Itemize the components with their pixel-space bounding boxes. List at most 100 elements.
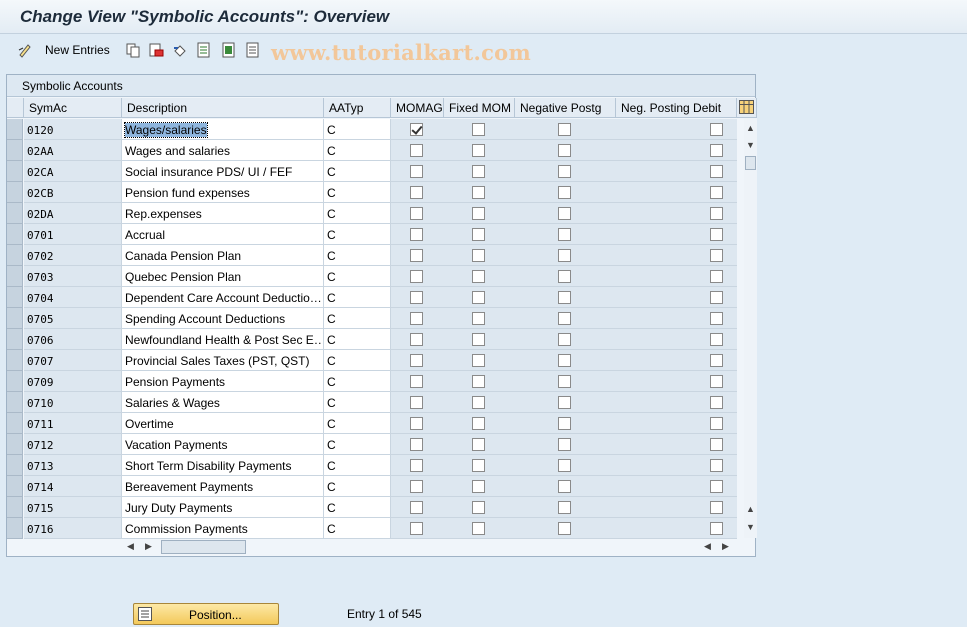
neg-posting-debit-checkbox[interactable]	[710, 270, 723, 283]
cell-description[interactable]: Commission Payments	[122, 518, 324, 539]
cell-aatyp[interactable]: C	[324, 497, 391, 518]
row-selector[interactable]	[7, 119, 23, 140]
neg-posting-debit-checkbox[interactable]	[710, 375, 723, 388]
row-selector[interactable]	[7, 392, 23, 413]
cell-description[interactable]: Social insurance PDS/ UI / FEF	[122, 161, 324, 182]
fixed-mom-checkbox[interactable]	[472, 501, 485, 514]
momag-checkbox[interactable]	[410, 417, 423, 430]
fixed-mom-checkbox[interactable]	[472, 228, 485, 241]
row-selector[interactable]	[7, 161, 23, 182]
row-selector[interactable]	[7, 224, 23, 245]
scroll-down-bottom-icon[interactable]: ▼	[746, 522, 755, 532]
row-selector[interactable]	[7, 476, 23, 497]
neg-posting-debit-checkbox[interactable]	[710, 522, 723, 535]
momag-checkbox[interactable]	[410, 459, 423, 472]
cell-description[interactable]: Vacation Payments	[122, 434, 324, 455]
neg-posting-debit-checkbox[interactable]	[710, 249, 723, 262]
negative-postg-checkbox[interactable]	[558, 522, 571, 535]
neg-posting-debit-checkbox[interactable]	[710, 396, 723, 409]
momag-checkbox[interactable]	[410, 354, 423, 367]
fixed-mom-checkbox[interactable]	[472, 207, 485, 220]
scroll-right-icon[interactable]: ▶	[145, 541, 152, 552]
column-header-neg-posting-debit[interactable]: Neg. Posting Debit	[616, 98, 737, 118]
cell-description[interactable]: Bereavement Payments	[122, 476, 324, 497]
negative-postg-checkbox[interactable]	[558, 186, 571, 199]
delete-icon[interactable]	[148, 42, 164, 58]
negative-postg-checkbox[interactable]	[558, 207, 571, 220]
row-selector[interactable]	[7, 413, 23, 434]
fixed-mom-checkbox[interactable]	[472, 522, 485, 535]
momag-checkbox[interactable]	[410, 522, 423, 535]
momag-checkbox[interactable]	[410, 375, 423, 388]
momag-checkbox[interactable]	[410, 207, 423, 220]
momag-checkbox[interactable]	[410, 123, 423, 136]
cell-description[interactable]: Pension fund expenses	[122, 182, 324, 203]
fixed-mom-checkbox[interactable]	[472, 312, 485, 325]
cell-aatyp[interactable]: C	[324, 203, 391, 224]
scroll-right-columns-icon[interactable]: ▶	[722, 541, 729, 552]
cell-description[interactable]: Salaries & Wages	[122, 392, 324, 413]
fixed-mom-checkbox[interactable]	[472, 165, 485, 178]
table-settings-icon[interactable]	[739, 100, 754, 114]
cell-aatyp[interactable]: C	[324, 266, 391, 287]
neg-posting-debit-checkbox[interactable]	[710, 228, 723, 241]
neg-posting-debit-checkbox[interactable]	[710, 144, 723, 157]
fixed-mom-checkbox[interactable]	[472, 459, 485, 472]
momag-checkbox[interactable]	[410, 333, 423, 346]
cell-aatyp[interactable]: C	[324, 329, 391, 350]
row-selector[interactable]	[7, 182, 23, 203]
fixed-mom-checkbox[interactable]	[472, 291, 485, 304]
negative-postg-checkbox[interactable]	[558, 270, 571, 283]
neg-posting-debit-checkbox[interactable]	[710, 165, 723, 178]
momag-checkbox[interactable]	[410, 438, 423, 451]
cell-description[interactable]: Short Term Disability Payments	[122, 455, 324, 476]
fixed-mom-checkbox[interactable]	[472, 333, 485, 346]
row-selector[interactable]	[7, 518, 23, 539]
cell-aatyp[interactable]: C	[324, 287, 391, 308]
negative-postg-checkbox[interactable]	[558, 354, 571, 367]
scroll-up-bottom-icon[interactable]: ▲	[746, 504, 755, 514]
negative-postg-checkbox[interactable]	[558, 438, 571, 451]
edit-pencil-icon[interactable]	[17, 42, 33, 58]
momag-checkbox[interactable]	[410, 312, 423, 325]
horizontal-scrollbar-description[interactable]: ◀ ▶	[123, 539, 247, 555]
momag-checkbox[interactable]	[410, 228, 423, 241]
cell-aatyp[interactable]: C	[324, 476, 391, 497]
momag-checkbox[interactable]	[410, 501, 423, 514]
fixed-mom-checkbox[interactable]	[472, 186, 485, 199]
cell-aatyp[interactable]: C	[324, 434, 391, 455]
select-block-icon[interactable]	[221, 42, 237, 58]
cell-aatyp[interactable]: C	[324, 308, 391, 329]
fixed-mom-checkbox[interactable]	[472, 396, 485, 409]
cell-aatyp[interactable]: C	[324, 119, 391, 140]
neg-posting-debit-checkbox[interactable]	[710, 186, 723, 199]
momag-checkbox[interactable]	[410, 291, 423, 304]
scroll-down-top-icon[interactable]: ▼	[746, 140, 755, 150]
scroll-left-columns-icon[interactable]: ◀	[704, 541, 711, 552]
cell-description[interactable]: Overtime	[122, 413, 324, 434]
copy-icon[interactable]	[125, 42, 141, 58]
cell-description[interactable]: Rep.expenses	[122, 203, 324, 224]
horizontal-scroll-thumb[interactable]	[161, 540, 246, 554]
cell-description[interactable]: Canada Pension Plan	[122, 245, 324, 266]
fixed-mom-checkbox[interactable]	[472, 270, 485, 283]
scroll-up-top-icon[interactable]: ▲	[746, 123, 755, 133]
new-entries-button[interactable]: New Entries	[45, 43, 110, 57]
momag-checkbox[interactable]	[410, 186, 423, 199]
neg-posting-debit-checkbox[interactable]	[710, 291, 723, 304]
column-header-description[interactable]: Description	[122, 98, 324, 118]
select-all-icon[interactable]	[196, 42, 212, 58]
negative-postg-checkbox[interactable]	[558, 396, 571, 409]
row-selector[interactable]	[7, 455, 23, 476]
negative-postg-checkbox[interactable]	[558, 417, 571, 430]
momag-checkbox[interactable]	[410, 165, 423, 178]
undo-icon[interactable]	[172, 42, 188, 58]
negative-postg-checkbox[interactable]	[558, 501, 571, 514]
fixed-mom-checkbox[interactable]	[472, 480, 485, 493]
row-selector[interactable]	[7, 350, 23, 371]
fixed-mom-checkbox[interactable]	[472, 438, 485, 451]
cell-description[interactable]: Spending Account Deductions	[122, 308, 324, 329]
row-selector[interactable]	[7, 308, 23, 329]
cell-aatyp[interactable]: C	[324, 518, 391, 539]
table-settings-header[interactable]	[737, 98, 757, 118]
